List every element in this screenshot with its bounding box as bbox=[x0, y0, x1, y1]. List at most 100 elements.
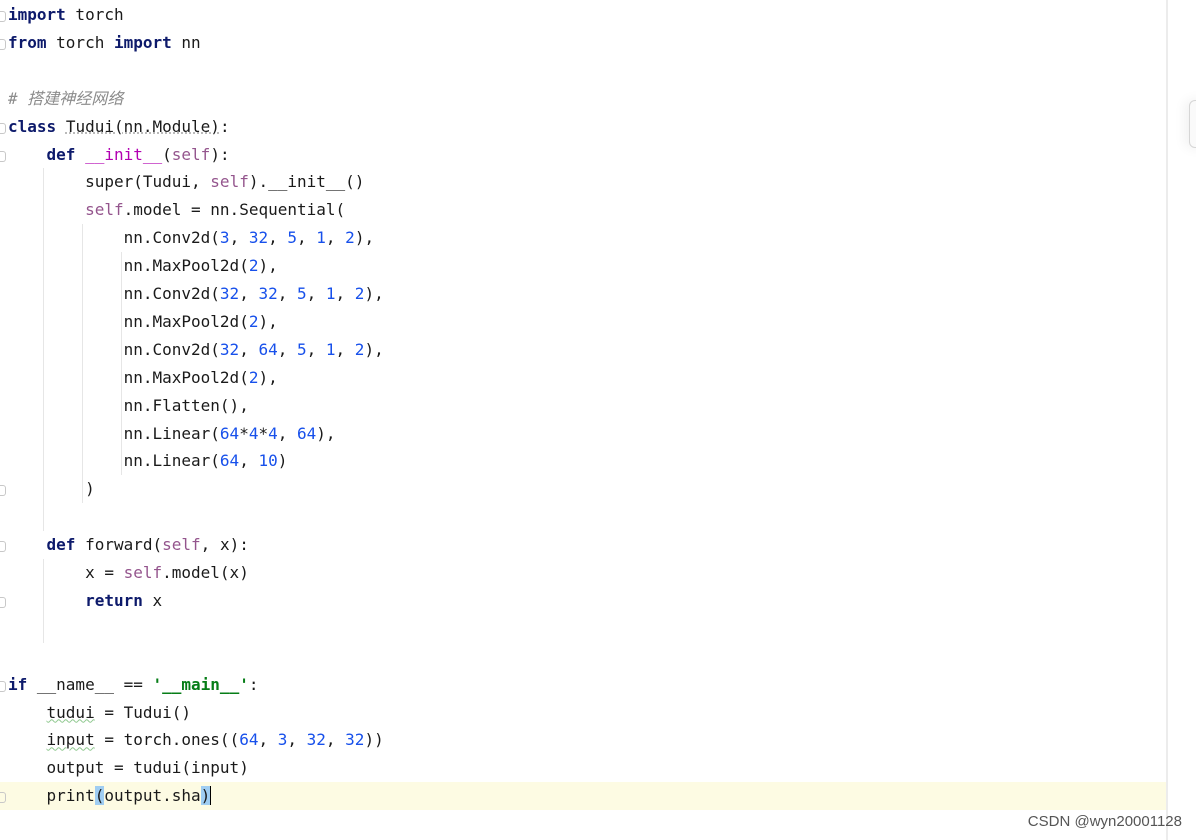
code-line[interactable]: class Tudui(nn.Module): bbox=[0, 113, 1166, 141]
fold-marker-icon[interactable] bbox=[0, 11, 6, 22]
number: 64 bbox=[297, 423, 317, 443]
code-text: torch bbox=[46, 32, 114, 52]
keyword: class bbox=[8, 116, 57, 136]
code-line[interactable] bbox=[0, 503, 1166, 531]
code-text: ), bbox=[364, 339, 384, 359]
code-text: = Tudui() bbox=[94, 702, 192, 722]
code-line[interactable]: # 搭建神经网络 bbox=[0, 85, 1166, 113]
watermark: CSDN @wyn20001128 bbox=[1027, 813, 1182, 830]
code-text: nn.Flatten(), bbox=[8, 395, 249, 415]
self-token: self bbox=[85, 200, 124, 220]
code-line[interactable] bbox=[0, 615, 1166, 643]
number: 3 bbox=[277, 730, 288, 750]
keyword: if bbox=[8, 674, 28, 694]
number: 32 bbox=[258, 284, 278, 303]
code-line[interactable]: nn.Conv2d(3, 32, 5, 1, 2), bbox=[0, 224, 1166, 252]
code-line[interactable]: input = torch.ones((64, 3, 32, 32)) bbox=[0, 726, 1166, 754]
code-line[interactable]: return x bbox=[0, 587, 1166, 615]
string: '__main__' bbox=[152, 674, 249, 694]
code-text: ).__init__() bbox=[248, 172, 365, 192]
number: 2 bbox=[354, 284, 365, 303]
code-text: : bbox=[219, 116, 230, 136]
number: 64 bbox=[219, 423, 240, 443]
code-line[interactable]: ) bbox=[0, 475, 1166, 503]
code-text: , bbox=[239, 284, 259, 303]
class-signature: Tudui(nn.Module) bbox=[65, 116, 220, 136]
code-line[interactable]: import torch bbox=[0, 1, 1166, 29]
code-line[interactable]: nn.Conv2d(32, 64, 5, 1, 2), bbox=[0, 336, 1166, 364]
self-token: self bbox=[123, 563, 163, 582]
code-text: , bbox=[297, 228, 317, 248]
code-line[interactable]: output = tudui(input) bbox=[0, 754, 1166, 782]
code-line[interactable]: nn.Linear(64, 10) bbox=[0, 447, 1166, 475]
code-line[interactable]: def __init__(self): bbox=[0, 141, 1166, 169]
code-text: , bbox=[268, 228, 288, 248]
code-line[interactable]: self.model = nn.Sequential( bbox=[0, 196, 1166, 224]
variable: tudui bbox=[46, 702, 95, 722]
code-text: ), bbox=[354, 228, 375, 248]
number: 1 bbox=[325, 284, 336, 303]
number: 1 bbox=[316, 228, 326, 248]
code-text: ), bbox=[316, 423, 336, 443]
code-line[interactable]: nn.MaxPool2d(2), bbox=[0, 252, 1166, 280]
code-line[interactable]: nn.Linear(64*4*4, 64), bbox=[0, 420, 1166, 448]
keyword: from bbox=[8, 32, 47, 52]
keyword: def bbox=[46, 144, 76, 164]
code-text: nn.Linear( bbox=[8, 423, 220, 443]
fold-marker-icon[interactable] bbox=[0, 596, 6, 608]
code-line[interactable]: tudui = Tudui() bbox=[0, 699, 1166, 727]
code-text: nn.MaxPool2d( bbox=[8, 367, 249, 387]
code-text: super(Tudui, bbox=[8, 172, 211, 192]
dunder: __init__ bbox=[85, 144, 163, 164]
fold-marker-icon[interactable] bbox=[0, 792, 6, 804]
code-editor[interactable]: import torch from torch import nn # 搭建神经网络… bbox=[0, 0, 1166, 840]
code-line[interactable] bbox=[0, 643, 1166, 671]
number: 64 bbox=[258, 339, 278, 359]
fold-marker-icon[interactable] bbox=[0, 485, 6, 497]
code-text: ) bbox=[277, 451, 288, 471]
code-line[interactable]: nn.MaxPool2d(2), bbox=[0, 308, 1166, 336]
code-line[interactable]: nn.MaxPool2d(2), bbox=[0, 364, 1166, 392]
code-text: = torch.ones(( bbox=[94, 730, 240, 750]
keyword: import bbox=[8, 5, 66, 24]
code-line[interactable] bbox=[0, 57, 1166, 85]
code-text: torch bbox=[65, 5, 124, 24]
code-text: )) bbox=[364, 730, 384, 750]
code-line[interactable]: if __name__ == '__main__': bbox=[0, 671, 1166, 699]
code-text: ): bbox=[210, 144, 230, 164]
code-line[interactable]: def forward(self, x): bbox=[0, 531, 1166, 559]
self-token: self bbox=[210, 172, 249, 192]
code-line[interactable]: super(Tudui, self).__init__() bbox=[0, 168, 1166, 196]
fold-marker-icon[interactable] bbox=[0, 680, 6, 692]
matched-bracket: ) bbox=[200, 786, 212, 806]
code-line[interactable]: nn.Flatten(), bbox=[0, 392, 1166, 420]
code-text: , bbox=[258, 730, 278, 750]
number: 4 bbox=[268, 423, 278, 443]
matched-bracket: ( bbox=[94, 786, 105, 806]
side-panel-tab[interactable] bbox=[1189, 100, 1196, 148]
number: 5 bbox=[296, 339, 307, 359]
code-text: ) bbox=[8, 479, 95, 499]
fold-marker-icon[interactable] bbox=[0, 38, 6, 50]
code-line[interactable]: x = self.model(x) bbox=[0, 559, 1166, 587]
code-text: , bbox=[229, 228, 249, 248]
fold-marker-icon[interactable] bbox=[0, 541, 6, 553]
code-text: , bbox=[335, 284, 355, 303]
code-line[interactable]: print(output.sha) bbox=[0, 782, 1166, 811]
keyword: return bbox=[85, 590, 143, 610]
code-text: ( bbox=[162, 144, 172, 164]
number: 32 bbox=[345, 730, 365, 750]
code-line[interactable]: nn.Conv2d(32, 32, 5, 1, 2), bbox=[0, 280, 1166, 308]
fold-marker-icon[interactable] bbox=[0, 150, 6, 162]
code-text: ), bbox=[258, 311, 278, 331]
code-text: , bbox=[239, 451, 259, 471]
code-line[interactable]: from torch import nn bbox=[0, 29, 1166, 57]
code-text: nn.Conv2d( bbox=[8, 339, 220, 359]
fold-marker-icon[interactable] bbox=[0, 122, 6, 134]
code-text: x bbox=[142, 590, 163, 610]
